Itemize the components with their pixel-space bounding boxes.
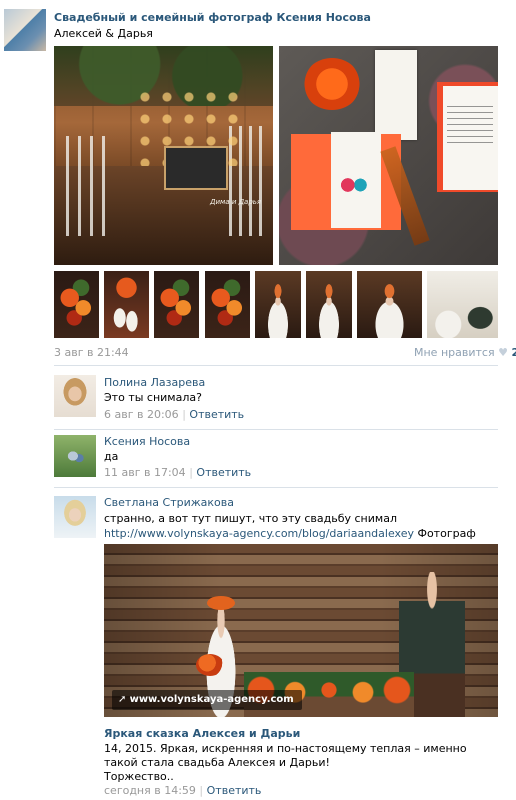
comment-link[interactable]: http://www.volynskaya-agency.com/blog/da… (104, 527, 414, 540)
invitation-script-text: Дима и Дарья (210, 198, 262, 206)
meta-separator: | (189, 466, 193, 479)
post-thumb-8[interactable] (427, 271, 498, 338)
comment-text-1: Это ты снимала? (104, 391, 202, 404)
reply-link-2[interactable]: Ответить (196, 466, 251, 479)
snippet-domain: www.volynskaya-agency.com (129, 694, 294, 705)
snippet-title[interactable]: Яркая сказка Алексея и Дарьи (104, 727, 300, 740)
snippet-domain-badge[interactable]: ➚ www.volynskaya-agency.com (112, 690, 302, 710)
comment-author-1[interactable]: Полина Лазарева (104, 376, 205, 389)
comment-avatar-2[interactable] (54, 435, 96, 477)
snippet-description: 14, 2015. Яркая, искренняя и по-настояще… (104, 742, 498, 784)
separator (54, 365, 498, 366)
like-button[interactable]: Мне нравится ♥ 2 (414, 346, 516, 359)
post-text: Алексей & Дарья (54, 27, 153, 40)
comment-date-3[interactable]: сегодня в 14:59 (104, 784, 196, 797)
reply-link-3[interactable]: Ответить (207, 784, 262, 797)
comment-date-2[interactable]: 11 авг в 17:04 (104, 466, 186, 479)
heart-icon: ♥ (498, 346, 508, 359)
comment-meta-2: 11 авг в 17:04 | Ответить (104, 466, 251, 479)
post-photo-hall[interactable]: Дима и Дарья (54, 46, 273, 265)
comment-date-1[interactable]: 6 авг в 20:06 (104, 408, 179, 421)
author-avatar[interactable] (4, 9, 46, 51)
snippet-image[interactable]: ➚ www.volynskaya-agency.com (104, 544, 498, 717)
post-thumb-1[interactable] (54, 271, 99, 338)
post-date[interactable]: 3 авг в 21:44 (54, 346, 129, 359)
comment-author-3[interactable]: Светлана Стрижакова (104, 496, 234, 509)
comment-avatar-1[interactable] (54, 375, 96, 417)
post-thumb-3[interactable] (154, 271, 199, 338)
comment-meta-1: 6 авг в 20:06 | Ответить (104, 408, 244, 421)
meta-separator: | (199, 784, 204, 797)
post-thumb-7[interactable] (357, 271, 422, 338)
meta-separator: | (182, 408, 186, 421)
snippet-more-text: Торжество.. (104, 770, 174, 783)
post-thumb-2[interactable] (104, 271, 149, 338)
like-count: 2 (511, 346, 516, 359)
arrow-icon: ➚ (118, 694, 127, 705)
separator (54, 487, 498, 488)
snippet-desc-text: 14, 2015. Яркая, искренняя и по-настояще… (104, 742, 467, 769)
post-thumb-4[interactable] (205, 271, 250, 338)
post-author-link[interactable]: Свадебный и семейный фотограф Ксения Нос… (54, 11, 371, 24)
post-thumb-6[interactable] (306, 271, 352, 338)
post-thumb-5[interactable] (255, 271, 301, 338)
like-label: Мне нравится (414, 346, 495, 359)
comment-text-2: да (104, 450, 119, 463)
post-photo-invitation[interactable] (279, 46, 498, 265)
comment-author-2[interactable]: Ксения Носова (104, 435, 190, 448)
separator (54, 429, 498, 430)
comment-meta-3: сегодня в 14:59 | Ответить (104, 784, 261, 797)
reply-link-1[interactable]: Ответить (189, 408, 244, 421)
comment-text-3-before: странно, а вот тут пишут, что эту свадьб… (104, 512, 397, 525)
comment-avatar-3[interactable] (54, 496, 96, 538)
